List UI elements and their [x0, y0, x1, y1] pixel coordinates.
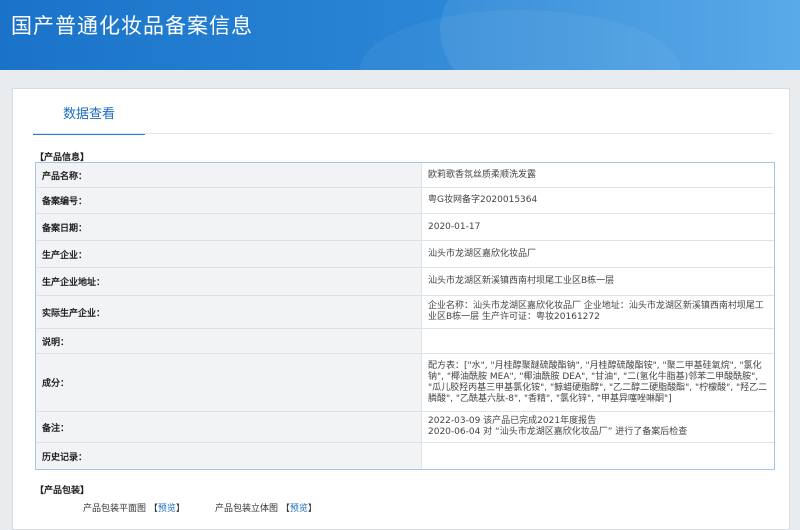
remark-line: 2022-03-09 该产品已完成2021年度报告 — [428, 416, 597, 426]
table-row: 历史记录： — [36, 442, 774, 469]
row-label: 备案编号： — [36, 188, 422, 213]
row-label: 产品名称： — [36, 163, 422, 187]
row-label: 说明： — [36, 329, 422, 353]
row-value — [422, 329, 774, 353]
tab-divider — [33, 133, 773, 134]
row-value — [422, 443, 774, 469]
package-flat-item: 产品包装平面图 【预览】 — [83, 501, 185, 514]
bracket: 】 — [175, 504, 185, 514]
package-flat-preview-link[interactable]: 预览 — [158, 504, 176, 514]
row-label: 成分： — [36, 354, 422, 411]
table-row: 成分： 配方表：["水", "月桂醇聚醚硫酸酯钠", "月桂醇硫酸酯铵", "聚… — [36, 353, 774, 411]
row-value: 2020-01-17 — [428, 221, 481, 232]
row-value: 粤G妆网备字2020015364 — [428, 195, 538, 205]
bracket: 【 — [148, 504, 158, 514]
row-value: 汕头市龙湖区嘉欣化妆品厂 — [428, 248, 537, 259]
page-header: 国产普通化妆品备案信息 — [0, 0, 800, 70]
table-row: 备注： 2022-03-09 该产品已完成2021年度报告 2020-06-04… — [36, 411, 774, 442]
product-info-table: 产品名称： 欧莉歌香氛丝质柔顺洗发露 备案编号： 粤G妆网备字202001536… — [35, 162, 775, 470]
package-solid-item: 产品包装立体图 【预览】 — [215, 501, 317, 514]
package-solid-preview-link[interactable]: 预览 — [290, 504, 308, 514]
table-row: 说明： — [36, 328, 774, 353]
table-row: 生产企业地址： 汕头市龙湖区新溪镇西南村坝尾工业区B栋一层 — [36, 267, 774, 295]
row-value: 企业名称：汕头市龙湖区嘉欣化妆品厂 企业地址：汕头市龙湖区新溪镇西南村坝尾工业区… — [428, 301, 764, 322]
row-value: 汕头市龙湖区新溪镇西南村坝尾工业区B栋一层 — [428, 276, 615, 286]
row-value: 欧莉歌香氛丝质柔顺洗发露 — [428, 169, 537, 180]
package-solid-label: 产品包装立体图 — [215, 504, 279, 514]
table-row: 产品名称： 欧莉歌香氛丝质柔顺洗发露 — [36, 163, 774, 187]
bracket: 】 — [307, 504, 317, 514]
row-label: 生产企业地址： — [36, 268, 422, 295]
content-panel: 数据查看 【产品信息】 产品名称： 欧莉歌香氛丝质柔顺洗发露 备案编号： 粤G妆… — [12, 88, 790, 530]
table-row: 备案日期： 2020-01-17 — [36, 213, 774, 240]
row-label: 备注： — [36, 412, 422, 442]
remark-line: 2020-06-04 对 “汕头市龙湖区嘉欣化妆品厂” 进行了备案后检查 — [428, 427, 688, 437]
row-label: 实际生产企业： — [36, 296, 422, 328]
bracket: 【 — [280, 504, 290, 514]
package-flat-label: 产品包装平面图 — [83, 504, 147, 514]
row-label: 备案日期： — [36, 214, 422, 240]
row-label: 生产企业： — [36, 241, 422, 267]
table-row: 生产企业： 汕头市龙湖区嘉欣化妆品厂 — [36, 240, 774, 267]
row-value: 配方表：["水", "月桂醇聚醚硫酸酯钠", "月桂醇硫酸酯铵", "聚二甲基硅… — [428, 360, 768, 404]
row-label: 历史记录： — [36, 443, 422, 469]
table-row: 备案编号： 粤G妆网备字2020015364 — [36, 187, 774, 213]
row-value: 2022-03-09 该产品已完成2021年度报告 2020-06-04 对 “… — [422, 412, 774, 442]
package-heading: 【产品包装】 — [35, 486, 90, 496]
tab-data-view[interactable]: 数据查看 — [33, 105, 145, 135]
page-title: 国产普通化妆品备案信息 — [11, 14, 253, 38]
table-row: 实际生产企业： 企业名称：汕头市龙湖区嘉欣化妆品厂 企业地址：汕头市龙湖区新溪镇… — [36, 295, 774, 328]
